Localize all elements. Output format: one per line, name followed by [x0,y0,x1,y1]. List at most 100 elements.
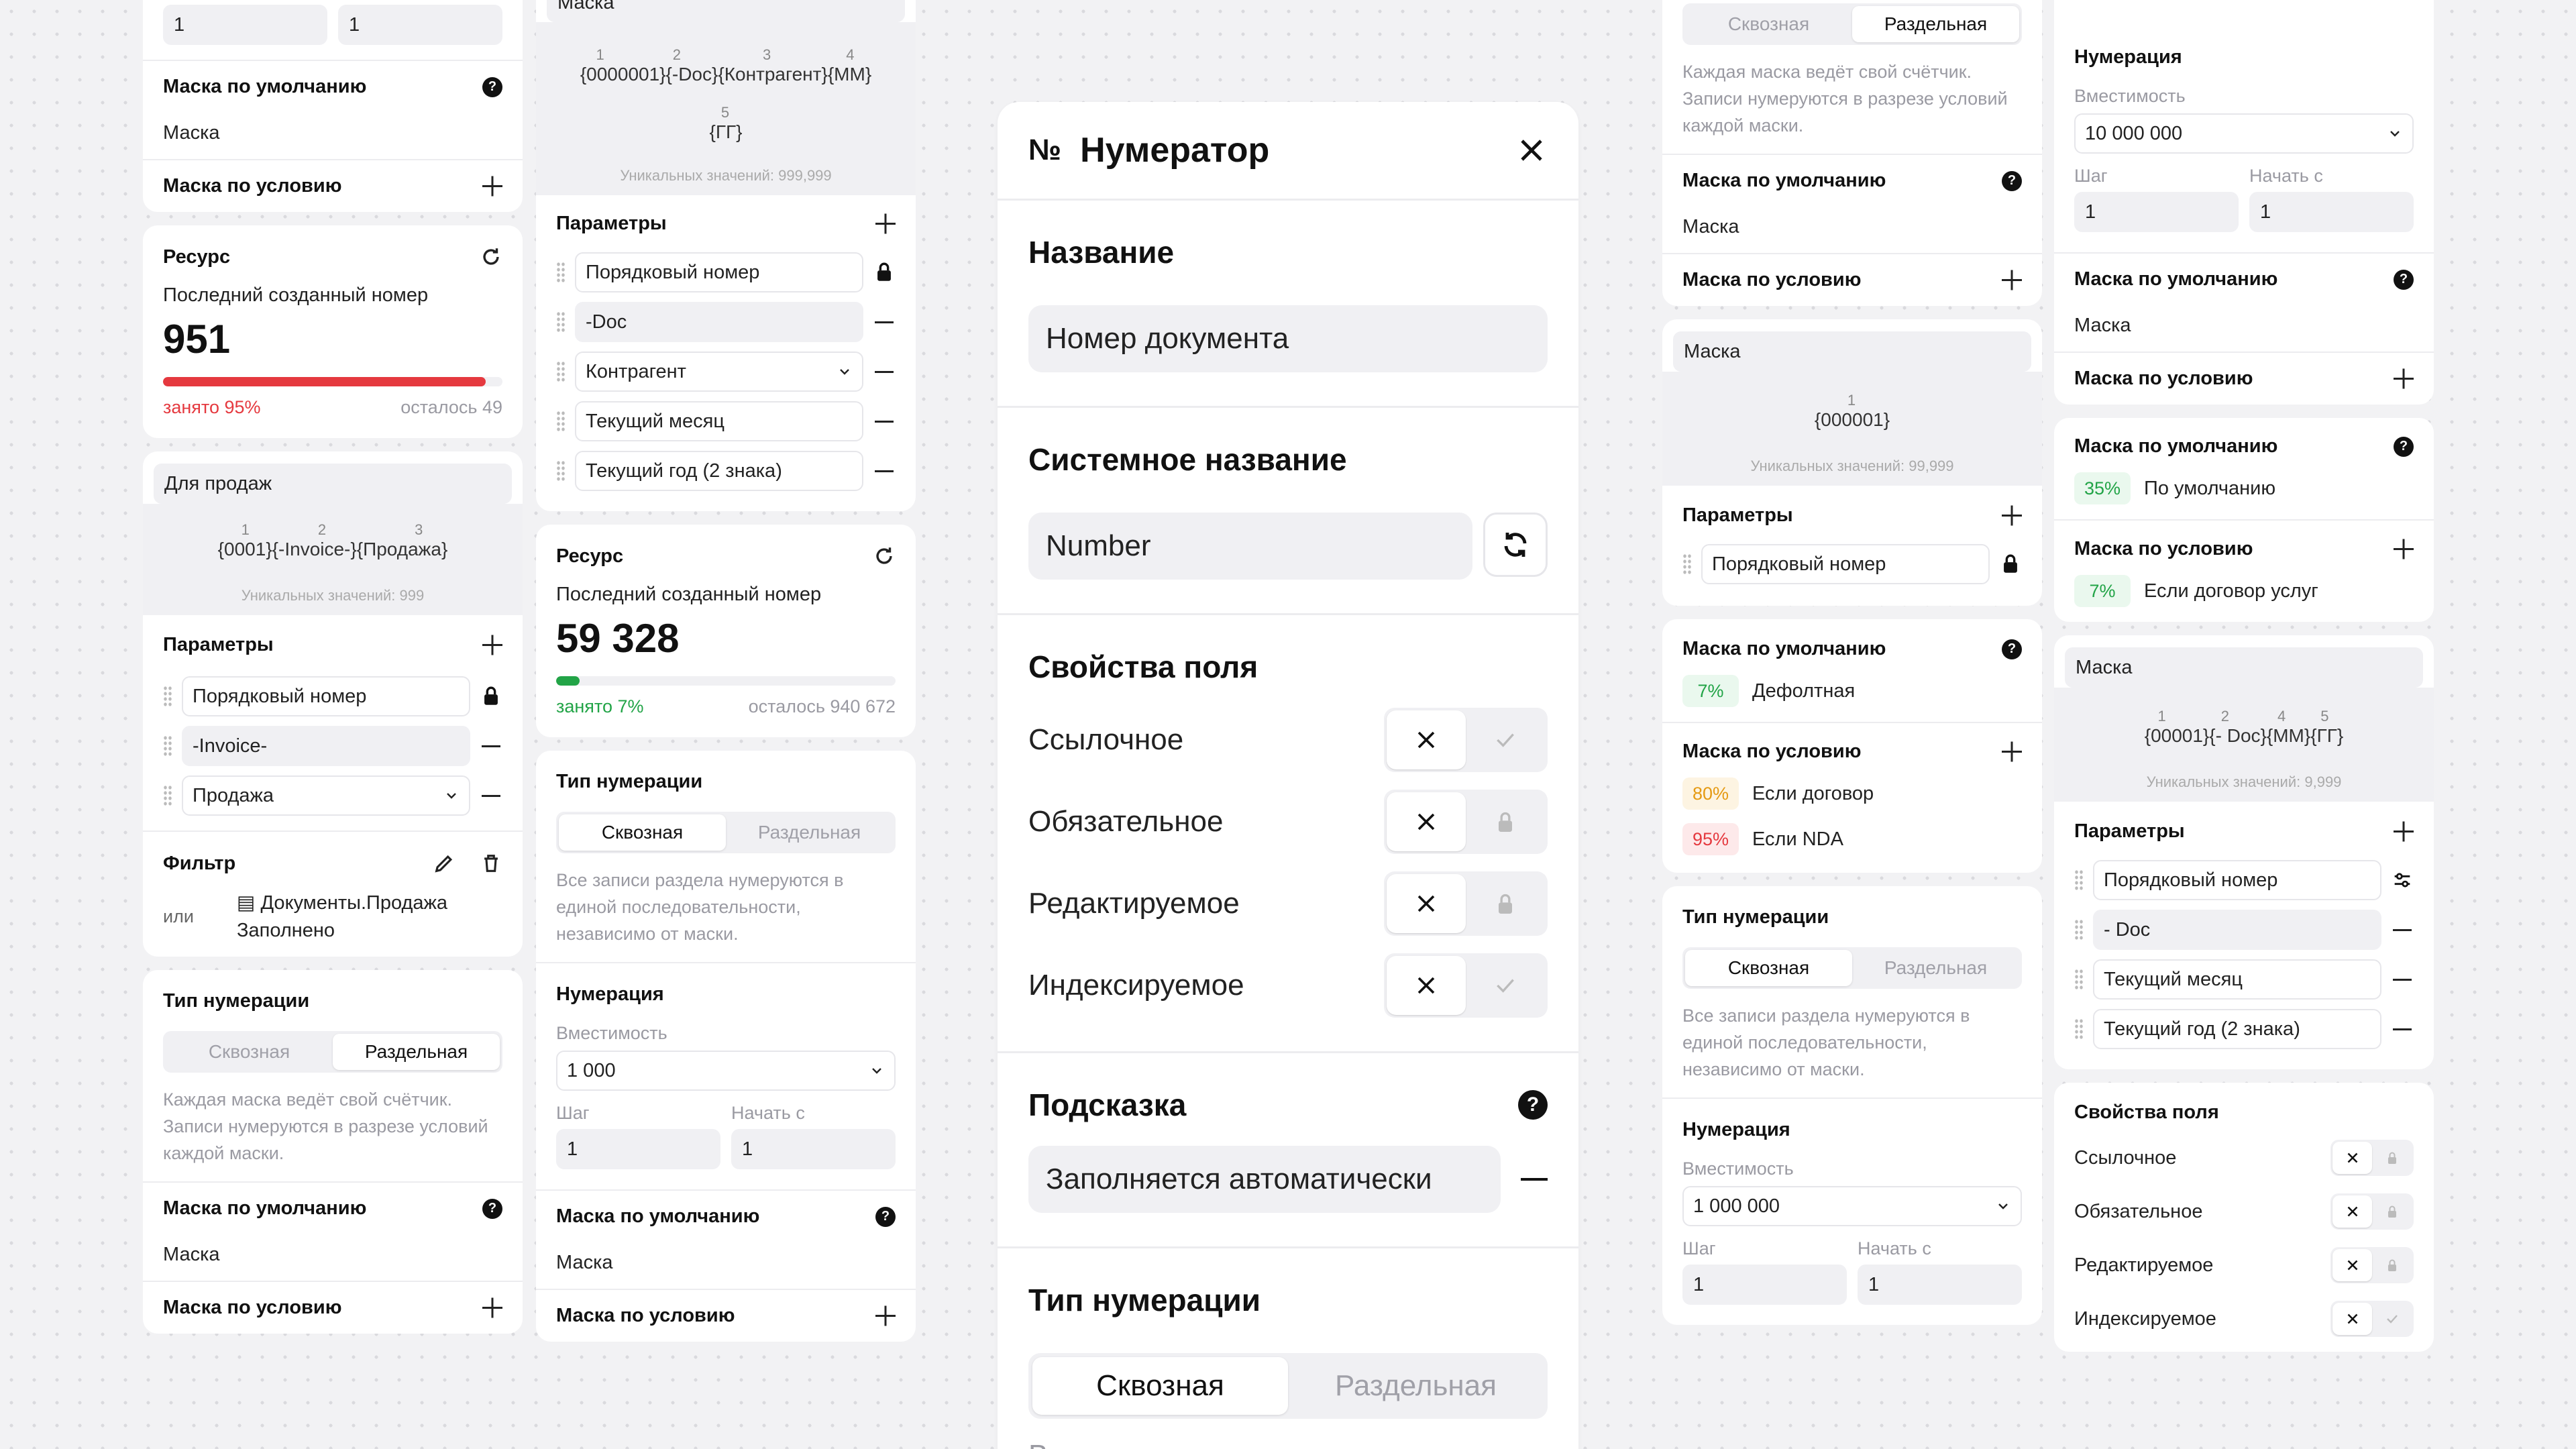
mask-name-input[interactable]: Маска [1673,331,2031,372]
add-param-icon[interactable] [875,214,896,234]
trash-icon[interactable] [480,852,502,875]
remove-icon[interactable] [2391,968,2414,991]
plus-icon[interactable] [875,1306,896,1326]
seg-continuous[interactable]: Сквозная [1685,950,1852,986]
name-input[interactable]: Номер документа [1028,305,1548,372]
hint-input[interactable]: Заполняется автоматически [1028,1146,1501,1213]
drag-handle-icon[interactable] [1682,553,1692,575]
drag-handle-icon[interactable] [556,311,566,333]
remove-icon[interactable] [873,311,896,333]
param-field[interactable]: - Doc [2093,910,2381,950]
settings-sliders-icon[interactable] [2391,869,2414,892]
step-input[interactable]: 1 [163,5,327,45]
drag-handle-icon[interactable] [2074,969,2084,990]
plus-icon[interactable] [2394,539,2414,559]
remove-icon[interactable] [480,784,502,807]
param-field[interactable]: -Invoice- [182,726,470,766]
param-field[interactable]: Порядковый номер [182,676,470,716]
remove-icon[interactable] [873,360,896,383]
start-input[interactable]: 1 [338,5,502,45]
param-field[interactable]: Текущий месяц [575,401,863,441]
drag-handle-icon[interactable] [556,262,566,283]
drag-handle-icon[interactable] [2074,869,2084,891]
param-field[interactable]: Порядковый номер [2093,860,2381,900]
param-select[interactable]: Продажа [182,775,470,816]
drag-handle-icon[interactable] [2074,1018,2084,1040]
param-field[interactable]: Текущий год (2 знака) [2093,1009,2381,1049]
drag-handle-icon[interactable] [163,686,172,707]
prop-toggle[interactable] [1384,708,1548,772]
help-icon[interactable]: ? [2002,639,2022,659]
check-icon [1497,733,1514,747]
seg-separate[interactable]: Раздельная [333,1034,500,1070]
drag-handle-icon[interactable] [163,735,172,757]
start-input[interactable]: 1 [731,1129,896,1169]
drag-handle-icon[interactable] [2074,919,2084,941]
filter-title: Фильтр [163,852,236,874]
param-field[interactable]: Текущий год (2 знака) [575,451,863,491]
capacity-select[interactable]: 10 000 000 [2074,113,2414,154]
param-field[interactable]: Порядковый номер [1701,544,1990,584]
start-input[interactable]: 1 [1858,1265,2022,1305]
seg-separate[interactable]: Раздельная [1852,950,2019,986]
help-icon[interactable]: ? [2394,436,2414,457]
add-param-icon[interactable] [482,635,502,655]
param-field[interactable]: Текущий месяц [2093,959,2381,1000]
close-icon[interactable] [1515,134,1548,166]
plus-icon[interactable] [2394,369,2414,389]
help-icon[interactable]: ? [2002,170,2022,191]
param-field[interactable]: Порядковый номер [575,252,863,292]
step-input[interactable]: 1 [1682,1265,1847,1305]
param-select[interactable]: Контрагент [575,352,863,392]
help-icon[interactable]: ? [2394,269,2414,290]
mask-name-input[interactable]: Маска [547,0,905,22]
prop-toggle[interactable] [1384,871,1548,936]
prop-toggle[interactable] [2330,1247,2414,1283]
remove-icon[interactable] [2391,1018,2414,1040]
step-input[interactable]: 1 [2074,192,2239,232]
param-field[interactable]: -Doc [575,302,863,342]
seg-separate[interactable]: Раздельная [1852,6,2019,42]
help-icon[interactable]: ? [1518,1090,1548,1120]
drag-handle-icon[interactable] [556,361,566,382]
plus-icon[interactable] [2002,742,2022,762]
remove-icon[interactable] [480,735,502,757]
capacity-select[interactable]: 1 000 [556,1051,896,1091]
drag-handle-icon[interactable] [556,411,566,432]
seg-continuous[interactable]: Сквозная [166,1034,333,1070]
seg-separate[interactable]: Раздельная [1288,1357,1544,1415]
drag-handle-icon[interactable] [163,785,172,806]
remove-icon[interactable] [873,410,896,433]
plus-icon[interactable] [482,176,502,197]
seg-continuous[interactable]: Сквозная [1685,6,1852,42]
remove-icon[interactable] [1521,1178,1548,1181]
prop-toggle[interactable] [1384,790,1548,854]
help-icon[interactable]: ? [482,1198,502,1219]
start-input[interactable]: 1 [2249,192,2414,232]
prop-toggle[interactable] [2330,1140,2414,1176]
prop-toggle[interactable] [2330,1193,2414,1230]
drag-handle-icon[interactable] [556,460,566,482]
remove-icon[interactable] [2391,918,2414,941]
mask-name-input[interactable]: Для продаж [154,464,512,504]
add-param-icon[interactable] [2394,822,2414,842]
help-icon[interactable]: ? [875,1206,896,1227]
seg-continuous[interactable]: Сквозная [559,814,726,851]
mask-name-input[interactable]: Маска [2065,647,2423,688]
capacity-select[interactable]: 1 000 000 [1682,1186,2022,1226]
regenerate-button[interactable] [1483,513,1548,577]
seg-continuous[interactable]: Сквозная [1032,1357,1288,1415]
refresh-icon[interactable] [480,246,502,268]
add-param-icon[interactable] [2002,506,2022,526]
remove-icon[interactable] [873,460,896,482]
refresh-icon[interactable] [873,545,896,568]
edit-icon[interactable] [433,852,455,875]
prop-toggle[interactable] [1384,953,1548,1018]
seg-separate[interactable]: Раздельная [726,814,893,851]
help-icon[interactable]: ? [482,76,502,97]
sys-name-input[interactable]: Number [1028,513,1472,580]
prop-toggle[interactable] [2330,1301,2414,1337]
plus-icon[interactable] [2002,270,2022,290]
plus-icon[interactable] [482,1298,502,1318]
step-input[interactable]: 1 [556,1129,720,1169]
